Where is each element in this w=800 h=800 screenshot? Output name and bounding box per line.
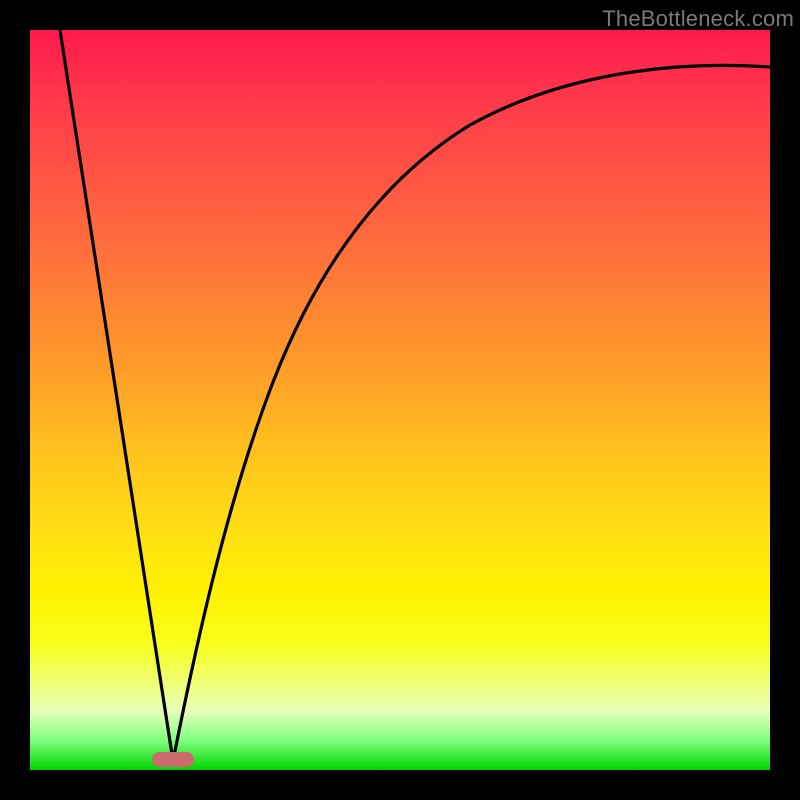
- right-branch-line: [173, 65, 770, 761]
- optimum-marker: [152, 752, 194, 767]
- plot-area: [30, 30, 770, 770]
- watermark-text: TheBottleneck.com: [602, 6, 794, 32]
- chart-frame: TheBottleneck.com: [0, 0, 800, 800]
- curve-layer: [30, 30, 770, 770]
- left-branch-line: [60, 30, 173, 761]
